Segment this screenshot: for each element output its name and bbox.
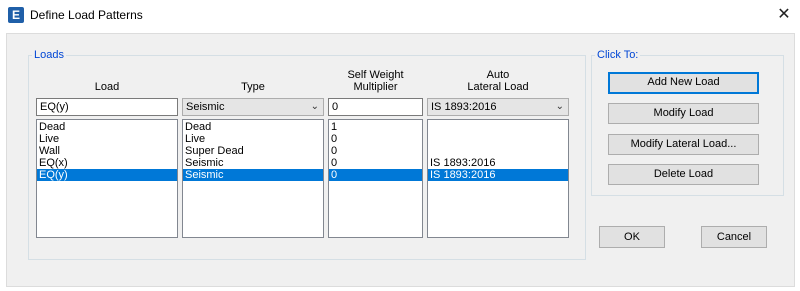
list-item[interactable]: 0 [329, 157, 422, 169]
title-bar: E Define Load Patterns ✕ [0, 0, 800, 30]
list-item[interactable]: Dead [37, 121, 177, 133]
list-item[interactable]: Live [183, 133, 323, 145]
add-new-load-button[interactable]: Add New Load [608, 72, 759, 94]
multiplier-list[interactable]: 1 0 0 0 0 [328, 119, 423, 238]
list-item[interactable]: Seismic [183, 157, 323, 169]
app-icon: E [8, 7, 24, 23]
header-auto-lateral-line1: Auto [486, 69, 510, 81]
header-auto-lateral: Auto Lateral Load [427, 69, 569, 93]
header-self-weight-line2: Multiplier [353, 81, 398, 93]
list-item[interactable]: EQ(x) [37, 157, 177, 169]
load-list[interactable]: Dead Live Wall EQ(x) EQ(y) [36, 119, 178, 238]
list-item[interactable]: Live [37, 133, 177, 145]
header-load: Load [94, 81, 120, 93]
list-item[interactable]: IS 1893:2016 [428, 157, 568, 169]
list-item-selected[interactable]: EQ(y) [37, 169, 177, 181]
modify-load-button[interactable]: Modify Load [608, 103, 759, 124]
list-item[interactable] [428, 121, 568, 133]
loads-group-label: Loads [34, 49, 64, 61]
list-item[interactable] [428, 145, 568, 157]
list-item[interactable]: 0 [329, 133, 422, 145]
list-item-selected[interactable]: IS 1893:2016 [428, 169, 568, 181]
auto-lateral-select-value: IS 1893:2016 [431, 101, 497, 113]
list-item[interactable]: Super Dead [183, 145, 323, 157]
auto-lateral-select[interactable]: IS 1893:2016 ⌄ [427, 98, 569, 116]
list-item[interactable]: 0 [329, 145, 422, 157]
list-item[interactable]: Wall [37, 145, 177, 157]
load-name-input[interactable]: EQ(y) [36, 98, 178, 116]
list-item[interactable]: Dead [183, 121, 323, 133]
type-select-value: Seismic [186, 101, 225, 113]
ok-button[interactable]: OK [599, 226, 665, 248]
cancel-button[interactable]: Cancel [701, 226, 767, 248]
list-item[interactable] [428, 133, 568, 145]
list-item[interactable]: 1 [329, 121, 422, 133]
type-list[interactable]: Dead Live Super Dead Seismic Seismic [182, 119, 324, 238]
click-to-group-label: Click To: [597, 49, 639, 61]
window-title: Define Load Patterns [30, 8, 143, 22]
auto-lateral-list[interactable]: IS 1893:2016 IS 1893:2016 [427, 119, 569, 238]
list-item-selected[interactable]: 0 [329, 169, 422, 181]
dialog-body: Loads Load Type Self Weight Multiplier A… [6, 33, 795, 287]
header-self-weight-line1: Self Weight [347, 69, 404, 81]
type-select[interactable]: Seismic ⌄ [182, 98, 324, 116]
chevron-down-icon: ⌄ [555, 101, 564, 112]
list-item-selected[interactable]: Seismic [183, 169, 323, 181]
header-auto-lateral-line2: Lateral Load [467, 81, 529, 93]
modify-lateral-load-button[interactable]: Modify Lateral Load... [608, 134, 759, 155]
multiplier-input[interactable]: 0 [328, 98, 423, 116]
close-icon[interactable]: ✕ [772, 3, 796, 27]
chevron-down-icon: ⌄ [310, 101, 319, 112]
header-self-weight: Self Weight Multiplier [328, 69, 423, 93]
header-type: Type [241, 81, 265, 93]
delete-load-button[interactable]: Delete Load [608, 164, 759, 185]
